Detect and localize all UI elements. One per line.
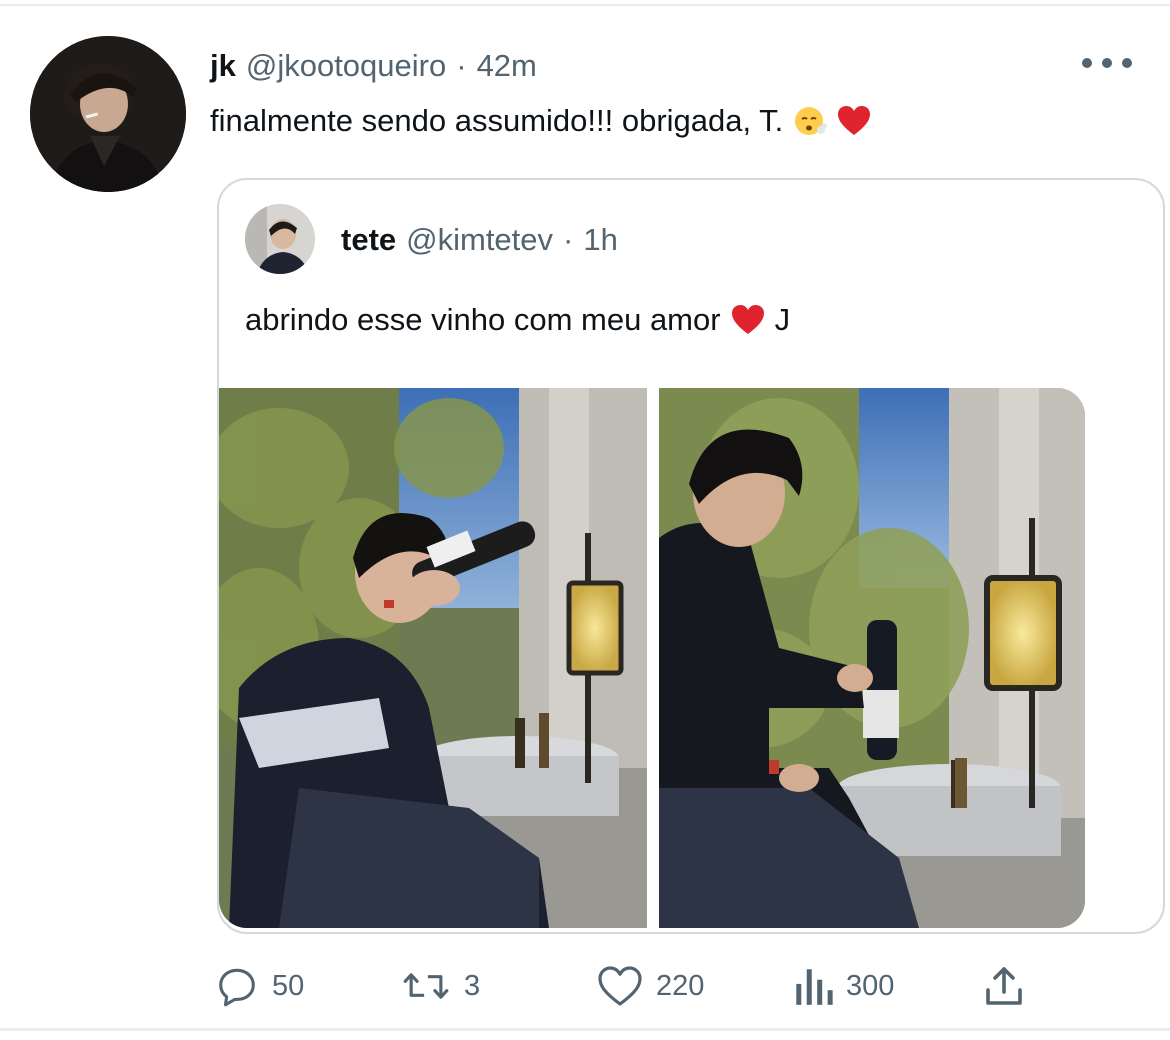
tweet-header: jk @jkootoqueiro · 42m <box>210 44 537 88</box>
author-avatar[interactable] <box>30 36 186 192</box>
quoted-author-handle[interactable]: @kimtetev <box>406 222 553 258</box>
quoted-text-before: abrindo esse vinho com meu amor <box>245 302 721 337</box>
avatar-photo <box>30 36 186 192</box>
tweet-text: finalmente sendo assumido!!! obrigada, T… <box>210 98 871 144</box>
share-button[interactable] <box>980 956 1028 1016</box>
tweet-actions: 50 3 220 300 <box>0 956 1170 1016</box>
quoted-separator-dot: · <box>563 222 574 257</box>
quoted-avatar-photo <box>245 204 315 274</box>
views-button[interactable]: 300 <box>792 956 894 1016</box>
quoted-author-avatar[interactable] <box>245 204 315 274</box>
like-icon <box>598 966 642 1006</box>
reply-count: 50 <box>272 969 305 1002</box>
quoted-tweet-header: tete @kimtetev · 1h <box>341 220 618 260</box>
red-heart-emoji <box>731 304 765 336</box>
retweet-button[interactable]: 3 <box>400 956 480 1016</box>
tweet-text-content: finalmente sendo assumido!!! obrigada, T… <box>210 103 784 138</box>
tweet[interactable]: jk @jkootoqueiro · 42m finalmente sendo … <box>0 6 1170 1028</box>
quoted-tweet-text: abrindo esse vinho com meu amor J <box>245 298 790 342</box>
quoted-tweet[interactable]: tete @kimtetev · 1h abrindo esse vinho c… <box>217 178 1165 934</box>
face-exhaling-emoji <box>793 104 828 138</box>
author-handle[interactable]: @jkootoqueiro <box>246 48 446 84</box>
reply-button[interactable]: 50 <box>214 956 304 1016</box>
bottom-divider <box>0 1028 1170 1031</box>
quoted-tweet-timestamp[interactable]: 1h <box>583 222 617 258</box>
quoted-text-after: J <box>774 302 791 337</box>
views-count: 300 <box>846 969 895 1002</box>
red-heart-emoji <box>837 105 871 137</box>
more-icon[interactable] <box>1082 50 1132 76</box>
quoted-author-display-name[interactable]: tete <box>341 222 396 258</box>
quoted-photo-2[interactable] <box>659 388 1085 928</box>
reply-icon <box>219 968 255 1007</box>
views-icon <box>796 969 833 1005</box>
photo-1-image <box>219 388 647 928</box>
retweet-count: 3 <box>464 969 481 1002</box>
retweet-icon <box>403 973 449 999</box>
tweet-timestamp[interactable]: 42m <box>477 48 537 84</box>
photo-2-image <box>659 388 1085 928</box>
like-count: 220 <box>656 969 705 1002</box>
separator-dot: · <box>456 48 467 83</box>
like-button[interactable]: 220 <box>596 956 704 1016</box>
author-display-name[interactable]: jk <box>210 48 236 84</box>
share-icon <box>986 967 1022 1005</box>
quoted-photo-1[interactable] <box>219 388 647 928</box>
